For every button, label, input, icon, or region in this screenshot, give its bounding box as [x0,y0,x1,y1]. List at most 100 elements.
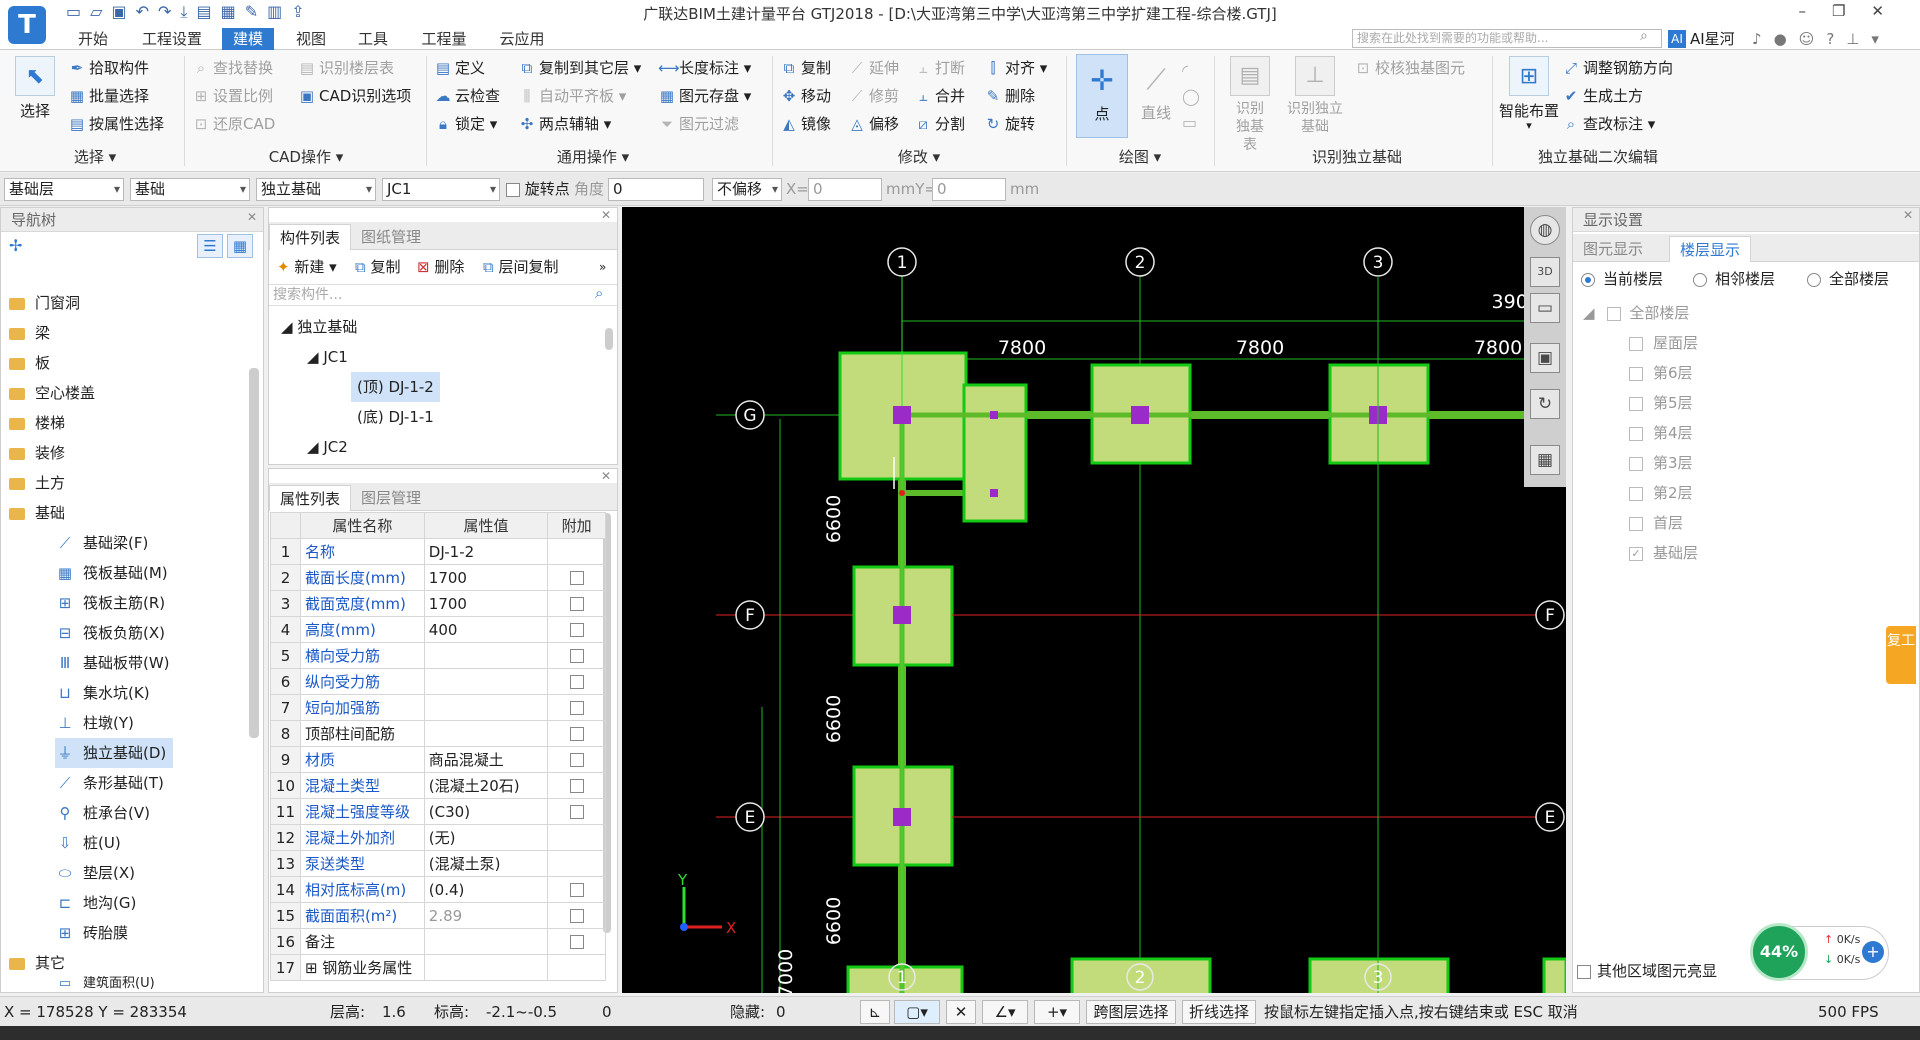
extend-button[interactable]: ⟋ 延伸 [848,56,899,80]
copy-component-button[interactable]: ⧉ 复制 [355,254,401,280]
nav-folder-decoration[interactable]: 装修 [9,438,65,468]
property-row[interactable]: 15 截面面积(m²) 2.89 [270,902,606,929]
nav-item-trench[interactable]: ⊏ 地沟(G) [55,888,137,918]
lock-button[interactable]: 🔒︎ 锁定 ▾ [434,112,497,136]
property-row[interactable]: 12 混凝土外加剂 (无) [270,824,606,851]
define-button[interactable]: ▤ 定义 [434,56,485,80]
app-logo[interactable]: T [8,6,46,44]
nav-item-building-area[interactable]: ▭ 建筑面积(U) [55,976,155,992]
close-icon[interactable]: ✕ [247,210,257,224]
recognize-table-button[interactable]: ▤ 识别独基表 [1222,56,1278,154]
cross-layer-select-button[interactable]: 跨图层选择 [1086,1000,1176,1024]
cloud-check-button[interactable]: ☁ 云检查 [434,84,501,108]
floor-checkbox-foundation[interactable]: ✓ 基础层 [1629,538,1698,568]
view-3d-icon[interactable]: 3D [1530,257,1560,287]
menu-modeling[interactable]: 建模 [222,28,274,50]
merge-button[interactable]: ⫠ 合并 [914,84,965,108]
group-label-general[interactable]: 通用操作 ▾ [428,146,758,168]
drawing-canvas[interactable]: 1 2 3 G F E F E 1 2 3 7800 7800 7800 390… [622,207,1566,993]
property-value[interactable]: (C30) [423,798,549,825]
more-chevron-icon[interactable]: » [599,254,606,280]
list-view-icon[interactable]: ☰ [197,234,223,258]
delete-component-button[interactable]: ⊠ 删除 [417,254,464,280]
property-row[interactable]: 9 材质 商品混凝土 [270,746,606,773]
nav-folder-hollow-floor[interactable]: 空心楼盖 [9,378,95,408]
chat-icon[interactable]: ● [1774,30,1799,48]
angle-snap-icon[interactable]: ∠▾ [982,1000,1028,1024]
component-search-input[interactable]: 搜索构件... [269,284,617,306]
menu-start[interactable]: 开始 [68,28,118,50]
rotate-point-checkbox[interactable]: 旋转点 [506,178,570,201]
angle-input[interactable]: 0 [608,178,704,201]
nav-item-raft[interactable]: ▦ 筏板基础(M) [55,558,168,588]
property-value[interactable] [423,954,549,981]
floor-checkbox-3[interactable]: 第3层 [1629,448,1693,478]
search-icon[interactable]: ⌕ [1640,28,1648,44]
delete-button[interactable]: ✎ 删除 [984,84,1035,108]
property-value[interactable] [423,668,549,695]
tab-element-display[interactable]: 图元显示 [1573,236,1653,262]
copy-button[interactable]: ⧉ 复制 [780,56,831,80]
nav-item-foundation-strip[interactable]: Ⅲ 基础板带(W) [55,648,170,678]
property-value[interactable]: 2.89 [423,902,549,929]
rotate-view-icon[interactable]: ↻ [1530,389,1560,419]
adjust-rebar-button[interactable]: ⤢ 调整钢筋方向 [1562,56,1673,80]
group-label-modify[interactable]: 修改 ▾ [774,146,1064,168]
menu-quantities[interactable]: 工程量 [414,28,474,50]
tree-node-dj-1-1[interactable]: (底) DJ-1-1 [357,402,434,432]
extra-checkbox[interactable] [569,623,584,637]
tree-node-isolated-foundation[interactable]: ◢ 独立基础 [281,312,357,342]
extra-checkbox[interactable] [569,883,584,897]
extra-checkbox[interactable] [569,675,584,689]
network-widget[interactable]: 44% ↑ 0K/s ↓ 0K/s + [1750,923,1889,981]
property-value[interactable] [423,928,549,955]
category-select[interactable]: 基础 [130,178,250,201]
orbit-icon[interactable]: ◍ [1530,215,1560,245]
nav-item-cushion[interactable]: ⬭ 垫层(X) [55,858,135,888]
group-label-select[interactable]: 选择 ▾ [10,146,180,168]
menu-view[interactable]: 视图 [288,28,334,50]
nav-item-raft-main-rebar[interactable]: ⊞ 筏板主筋(R) [55,588,165,618]
tab-component-list[interactable]: 构件列表 [269,224,352,250]
close-button[interactable]: ✕ [1871,2,1910,20]
rect-icon[interactable]: ▭ [1182,110,1200,136]
expand-icon[interactable]: ⊞ [305,959,322,977]
property-value[interactable] [423,694,549,721]
auto-level-slab-button[interactable]: ⫼ 自动平齐板 ▾ [518,84,627,108]
rotate-button[interactable]: ↻ 旋转 [984,112,1035,136]
save-elements-button[interactable]: ▦ 图元存盘 ▾ [658,84,751,108]
nav-item-raft-neg-rebar[interactable]: ⊟ 筏板负筋(X) [55,618,165,648]
floor-checkbox-1[interactable]: 首层 [1629,508,1683,538]
nav-item-sump[interactable]: ⊔ 集水坑(K) [55,678,149,708]
group-label-cad[interactable]: CAD操作 ▾ [188,146,424,168]
nav-folder-stair[interactable]: 楼梯 [9,408,65,438]
service-icon[interactable]: ☺ [1799,30,1827,48]
batch-select-button[interactable]: ▦ 批量选择 [68,84,149,108]
ortho-mode-icon[interactable]: ⊾ [860,1000,890,1024]
find-replace-button[interactable]: ⌕ 查找替换 [192,56,273,80]
user-name[interactable]: AI星河 [1690,28,1735,50]
property-value[interactable] [423,720,549,747]
snap-mode-icon[interactable]: ▢▾ [894,1000,940,1024]
highlight-other-checkbox[interactable]: 其他区域图元亮显 [1577,958,1717,984]
floor-checkbox-4[interactable]: 第4层 [1629,418,1693,448]
menu-cloud[interactable]: 云应用 [492,28,552,50]
floor-select[interactable]: 基础层 [4,178,124,201]
extra-checkbox[interactable] [569,727,584,741]
break-button[interactable]: ⫠ 打断 [914,56,965,80]
resume-work-badge[interactable]: 复工 [1886,626,1916,684]
property-row[interactable]: 7 短向加强筋 [270,694,606,721]
property-value[interactable]: 400 [423,616,549,643]
property-value[interactable]: 商品混凝土 [423,746,549,773]
foundation-d4[interactable] [1542,957,1566,993]
floor-all-node[interactable]: ◢ 全部楼层 [1583,298,1689,328]
search-icon[interactable]: ⌕ [595,284,603,302]
property-value[interactable]: (混凝土泵) [423,850,549,877]
floor-checkbox-roof[interactable]: 屋面层 [1629,328,1698,358]
floor-checkbox-6[interactable]: 第6层 [1629,358,1693,388]
restore-cad-button[interactable]: ⊡ 还原CAD [192,112,276,136]
tree-node-jc2[interactable]: ◢ JC2 [307,432,348,462]
radio-all-floors[interactable]: 全部楼层 [1807,266,1889,292]
mirror-button[interactable]: ◭ 镜像 [780,112,831,136]
x-input[interactable]: 0 [808,178,882,201]
